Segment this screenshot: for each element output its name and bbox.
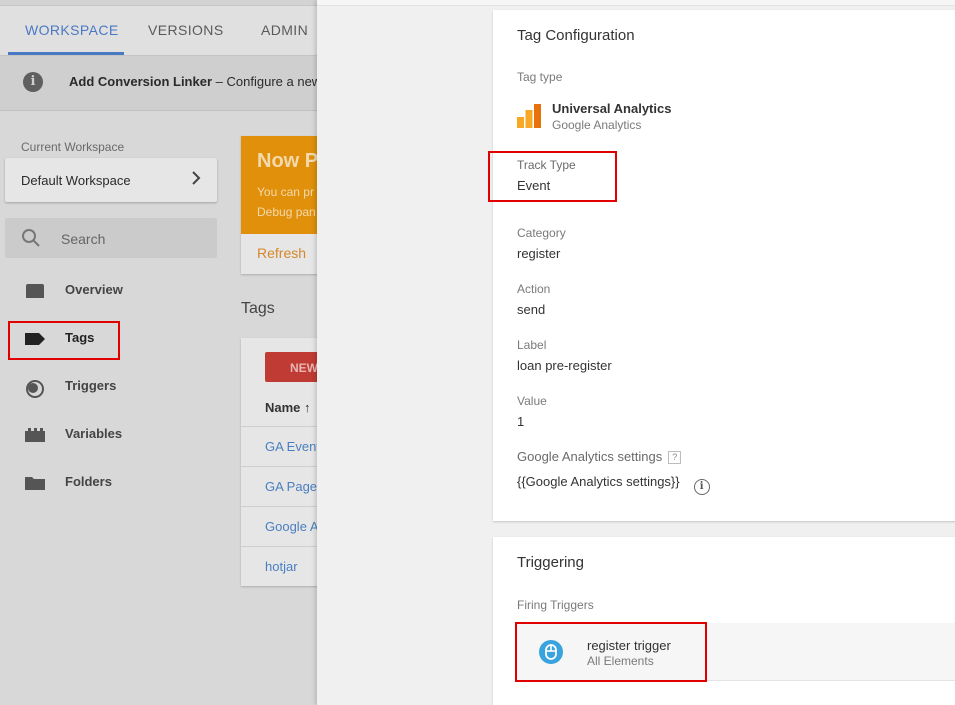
label-field-label: Label (517, 338, 547, 352)
search-input[interactable]: Search (5, 218, 217, 258)
sidebar-item-label: Variables (65, 426, 123, 441)
workspace-name: Default Workspace (21, 173, 131, 188)
chevron-right-icon (191, 170, 201, 191)
info-bar-separator: – (215, 74, 223, 89)
tab-workspace[interactable]: WORKSPACE (25, 22, 119, 38)
refresh-link[interactable]: Refresh (257, 245, 306, 261)
trigger-highlight-box (515, 622, 707, 682)
tag-type-label: Tag type (517, 70, 563, 84)
label-field-value: loan pre-register (517, 358, 612, 373)
active-tab-indicator (8, 52, 124, 55)
sidebar-item-triggers[interactable]: Triggers (20, 373, 220, 401)
tab-versions[interactable]: VERSIONS (148, 22, 224, 38)
triggering-title: Triggering (517, 554, 584, 571)
tag-link[interactable]: GA Pagev (265, 479, 324, 494)
action-value: send (517, 302, 546, 317)
tag-link[interactable]: Google A (265, 519, 319, 534)
info-icon[interactable]: i (693, 479, 710, 495)
info-bar-text: Add Conversion Linker – Configure a new … (69, 74, 334, 89)
publish-card-title: Now Pr (257, 150, 326, 172)
track-type-highlight-box (488, 151, 617, 202)
search-placeholder: Search (61, 231, 106, 247)
overview-icon (24, 283, 46, 304)
variables-icon (24, 427, 46, 448)
sidebar-item-folders[interactable]: Folders (20, 469, 220, 497)
tags-heading: Tags (241, 300, 275, 317)
panel-top-strip (317, 0, 955, 6)
sidebar-item-label: Overview (65, 282, 123, 297)
trigger-icon (24, 379, 46, 404)
publish-card-line-2: Debug pan (257, 205, 316, 219)
tag-editor-panel: Tag Configuration Tag type Universal Ana… (317, 0, 955, 705)
category-label: Category (517, 226, 566, 240)
top-navigation: WORKSPACE VERSIONS ADMIN (0, 0, 330, 56)
value-value: 1 (517, 414, 525, 429)
workspace-selector[interactable]: Default Workspace (5, 158, 217, 202)
ga-settings-value: {{Google Analytics settings}} (517, 474, 680, 489)
info-bar-title: Add Conversion Linker (69, 74, 213, 89)
tag-type-name: Universal Analytics (552, 101, 672, 116)
tag-configuration-title: Tag Configuration (517, 27, 635, 44)
tag-link[interactable]: GA Event (265, 439, 320, 454)
tag-type-vendor: Google Analytics (552, 118, 642, 132)
tag-link[interactable]: hotjar (265, 559, 298, 574)
current-workspace-label: Current Workspace (21, 140, 125, 154)
tab-admin[interactable]: ADMIN (261, 22, 308, 38)
action-label: Action (517, 282, 551, 296)
tags-highlight-box (8, 321, 120, 360)
sidebar-item-label: Triggers (65, 378, 117, 393)
sidebar-item-label: Folders (65, 474, 112, 489)
sidebar-item-variables[interactable]: Variables (20, 421, 220, 449)
top-strip (0, 0, 330, 6)
info-icon: i (23, 72, 43, 92)
ga-settings-label: Google Analytics settings (517, 449, 663, 464)
firing-triggers-label: Firing Triggers (517, 598, 594, 612)
ga-settings-value-row: {{Google Analytics settings}} i (517, 474, 710, 495)
category-value: register (517, 246, 561, 261)
help-icon[interactable]: ? (668, 451, 682, 464)
tag-configuration-card[interactable]: Tag Configuration Tag type Universal Ana… (493, 10, 955, 521)
folder-icon (24, 475, 46, 496)
info-bar: i Add Conversion Linker – Configure a ne… (0, 56, 334, 111)
value-label: Value (517, 394, 547, 408)
publish-card-line-1: You can pr (257, 185, 314, 199)
sidebar-item-overview[interactable]: Overview (20, 277, 220, 305)
ga-settings-label-row: Google Analytics settings? (517, 449, 682, 464)
column-header-name[interactable]: Name ↑ (265, 400, 311, 415)
search-icon (21, 228, 41, 253)
universal-analytics-icon (517, 104, 541, 128)
